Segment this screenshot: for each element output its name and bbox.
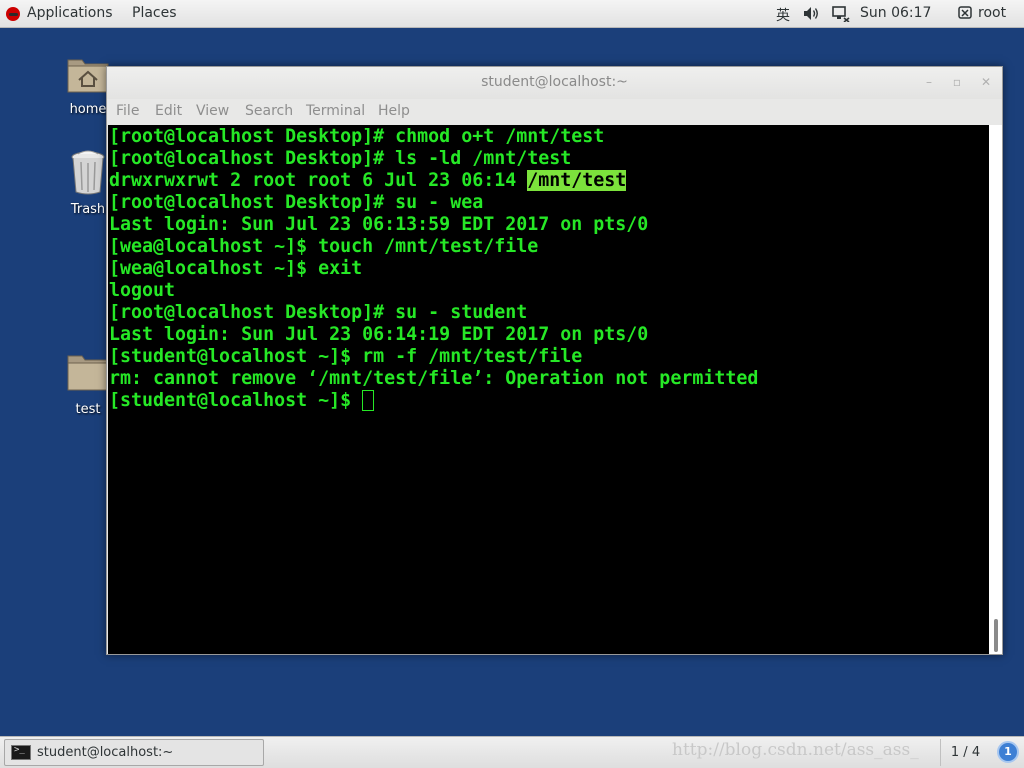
terminal-line: Last login: Sun Jul 23 06:13:59 EDT 2017…	[109, 214, 649, 235]
notification-badge[interactable]: 1	[997, 741, 1019, 763]
maximize-icon[interactable]: ▫	[950, 75, 964, 89]
watermark: http://blog.csdn.net/ass_ass_	[672, 740, 919, 760]
terminal-cursor	[362, 390, 375, 411]
clock[interactable]: Sun 06:17	[860, 5, 931, 21]
volume-icon[interactable]	[803, 6, 820, 25]
taskbar-terminal-button[interactable]: student@localhost:~	[4, 739, 264, 766]
trash-icon	[68, 148, 108, 196]
workspace-switcher[interactable]: 1 / 4	[940, 739, 990, 766]
scrollbar-thumb[interactable]	[994, 619, 998, 652]
user-menu-icon[interactable]	[958, 6, 972, 23]
menu-bar: File Edit View Search Terminal Help	[107, 99, 1002, 125]
menu-file[interactable]: File	[116, 103, 139, 119]
window-title: student@localhost:~	[481, 74, 628, 90]
redhat-logo-icon	[6, 7, 20, 21]
terminal-prompt: [student@localhost ~]$	[109, 390, 363, 411]
menu-help[interactable]: Help	[378, 103, 410, 119]
terminal-line: [root@localhost Desktop]# su - wea	[109, 192, 484, 213]
terminal-line: [root@localhost Desktop]# ls -ld /mnt/te…	[109, 148, 572, 169]
network-wired-icon[interactable]	[832, 6, 850, 26]
terminal-scrollbar[interactable]	[989, 125, 1002, 654]
close-icon[interactable]: ✕	[979, 75, 993, 89]
terminal-line: [root@localhost Desktop]# chmod o+t /mnt…	[109, 126, 605, 147]
terminal-line: drwxrwxrwt 2 root root 6 Jul 23 06:14 /m…	[109, 170, 627, 192]
terminal-line-text: drwxrwxrwt 2 root root 6 Jul 23 06:14	[109, 170, 528, 191]
terminal-line: [wea@localhost ~]$ exit	[109, 258, 363, 279]
terminal-line: rm: cannot remove ‘/mnt/test/file’: Oper…	[109, 368, 759, 389]
top-panel: Applications Places 英 Sun 06:17 root	[0, 0, 1024, 28]
terminal-line: [student@localhost ~]$ rm -f /mnt/test/f…	[109, 346, 583, 367]
menu-edit[interactable]: Edit	[155, 103, 182, 119]
input-method-indicator[interactable]: 英	[776, 5, 790, 25]
minimize-icon[interactable]: –	[922, 75, 936, 89]
user-menu[interactable]: root	[978, 5, 1006, 21]
menu-search[interactable]: Search	[245, 103, 293, 119]
terminal-line: logout	[109, 280, 176, 301]
folder-icon	[66, 352, 110, 394]
taskbar-label: student@localhost:~	[37, 745, 174, 760]
places-menu[interactable]: Places	[132, 5, 177, 21]
terminal-line: Last login: Sun Jul 23 06:14:19 EDT 2017…	[109, 324, 649, 345]
terminal-line: [wea@localhost ~]$ touch /mnt/test/file	[109, 236, 539, 257]
terminal-icon	[11, 745, 31, 760]
bottom-panel: student@localhost:~ http://blog.csdn.net…	[0, 736, 1024, 768]
applications-menu[interactable]: Applications	[27, 5, 113, 21]
terminal-prompt-line: [student@localhost ~]$	[109, 390, 375, 412]
home-folder-icon	[66, 52, 110, 96]
terminal-output[interactable]: [root@localhost Desktop]# chmod o+t /mnt…	[108, 125, 989, 654]
terminal-line: [root@localhost Desktop]# su - student	[109, 302, 528, 323]
menu-view[interactable]: View	[196, 103, 229, 119]
highlighted-directory: /mnt/test	[527, 170, 627, 191]
menu-terminal[interactable]: Terminal	[306, 103, 365, 119]
window-titlebar[interactable]: student@localhost:~ – ▫ ✕	[107, 67, 1002, 99]
terminal-window[interactable]: student@localhost:~ – ▫ ✕ File Edit View…	[106, 66, 1003, 655]
